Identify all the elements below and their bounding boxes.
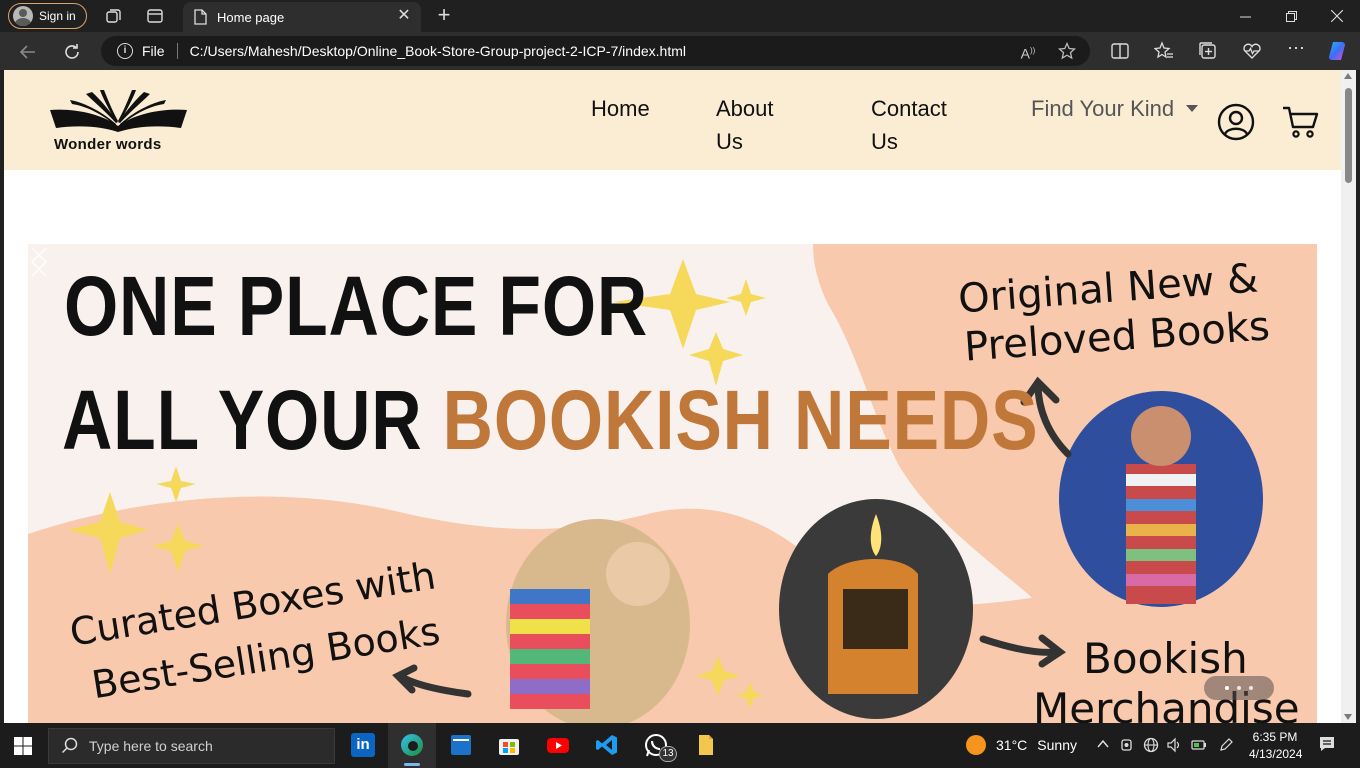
site-info-icon[interactable]: i — [117, 43, 133, 59]
pen-icon[interactable] — [1218, 737, 1234, 753]
tab-actions-icon[interactable] — [146, 7, 164, 25]
active-app-indicator — [404, 763, 420, 766]
notifications-icon[interactable] — [1318, 735, 1336, 753]
browser-essentials-icon[interactable] — [1242, 41, 1262, 61]
vscode-icon[interactable] — [595, 733, 619, 757]
page-icon — [194, 9, 207, 25]
edge-browser-icon — [401, 734, 423, 756]
new-tab-icon[interactable]: + — [434, 4, 454, 26]
chevron-up-icon[interactable] — [1095, 737, 1111, 753]
system-clock[interactable]: 6:35 PM 4/13/2024 — [1249, 729, 1303, 763]
hero-heading-line1: ONE PLACE FOR — [64, 259, 649, 353]
copilot-icon[interactable] — [1326, 39, 1350, 63]
hero-heading-plain: ALL YOUR — [62, 373, 443, 467]
carousel-dot-2[interactable] — [1237, 686, 1241, 690]
address-separator — [176, 43, 178, 59]
windows-start-icon[interactable] — [14, 737, 32, 755]
weather-condition: Sunny — [1037, 737, 1077, 753]
scroll-thumb[interactable] — [1345, 88, 1352, 183]
tab-close-icon[interactable]: ✕ — [395, 7, 413, 25]
sun-icon — [966, 735, 986, 755]
workspaces-icon[interactable] — [104, 7, 122, 25]
volume-icon[interactable] — [1166, 737, 1182, 753]
page-viewport: Wonder words Home About Us Contact Us Fi… — [4, 70, 1341, 723]
youtube-icon[interactable] — [546, 733, 570, 757]
split-screen-icon[interactable] — [1110, 41, 1130, 61]
tab-home-page[interactable]: Home page ✕ — [183, 2, 421, 32]
taskbar-search-box[interactable]: Type here to search — [48, 728, 335, 764]
favorite-star-icon[interactable] — [1058, 42, 1076, 60]
read-aloud-icon[interactable]: A)) — [1019, 42, 1037, 62]
hero-heading-line2: ALL YOUR BOOKISH NEEDS — [62, 372, 1038, 469]
restore-icon[interactable] — [1268, 0, 1314, 32]
network-icon[interactable] — [1143, 737, 1159, 753]
clock-date: 4/13/2024 — [1249, 747, 1303, 761]
whatsapp-badge: 13 — [659, 746, 677, 762]
edge-taskbar-slot[interactable] — [388, 723, 436, 768]
folder-icon[interactable] — [694, 733, 718, 757]
user-account-icon[interactable] — [1217, 103, 1255, 141]
scroll-down-icon[interactable] — [1344, 714, 1352, 720]
close-window-icon[interactable] — [1314, 0, 1360, 32]
carousel-dot-1[interactable] — [1225, 686, 1229, 690]
more-options-icon[interactable]: ⋯ — [1286, 38, 1306, 58]
linkedin-app-icon[interactable]: in — [351, 733, 375, 757]
address-bar[interactable]: i File C:/Users/Mahesh/Desktop/Online_Bo… — [101, 36, 1090, 66]
nav-contact-label-2: Us — [871, 129, 898, 154]
dropdown-label: Find Your Kind — [1031, 96, 1175, 121]
clock-time: 6:35 PM — [1252, 730, 1298, 744]
favorites-icon[interactable] — [1154, 41, 1174, 61]
browser-titlebar: Sign in Home page ✕ + — [0, 0, 1360, 32]
chevron-down-icon — [1186, 105, 1199, 112]
whatsapp-app[interactable]: 13 — [643, 733, 677, 762]
shopping-cart-icon[interactable] — [1281, 105, 1319, 139]
signin-label: Sign in — [39, 9, 76, 23]
scroll-up-icon[interactable] — [1344, 73, 1352, 79]
temperature: 31°C — [996, 737, 1028, 753]
meet-now-icon[interactable] — [1119, 737, 1135, 753]
file-explorer-icon[interactable] — [449, 733, 473, 757]
nav-about-link[interactable]: About Us — [716, 92, 774, 158]
windows-taskbar: Type here to search in 13 31°C Sunny 6:3… — [0, 723, 1360, 768]
carousel-next-icon[interactable] — [28, 244, 50, 280]
battery-icon[interactable] — [1191, 737, 1207, 753]
profile-avatar-icon — [13, 6, 33, 26]
page-scrollbar[interactable] — [1341, 70, 1356, 723]
microsoft-store-icon[interactable] — [497, 733, 521, 757]
signin-button[interactable]: Sign in — [8, 3, 87, 29]
weather-widget[interactable]: 31°C Sunny — [966, 735, 1077, 755]
logo-text: Wonder words — [54, 136, 162, 153]
minimize-icon[interactable] — [1222, 0, 1268, 32]
nav-home-label: Home — [591, 96, 650, 121]
site-navbar: Wonder words Home About Us Contact Us Fi… — [4, 70, 1341, 170]
find-your-kind-dropdown[interactable]: Find Your Kind — [1031, 92, 1199, 125]
address-prefix: File — [142, 43, 165, 59]
search-placeholder: Type here to search — [89, 738, 213, 754]
nav-contact-label-1: Contact — [871, 96, 947, 121]
carousel-indicators[interactable] — [1204, 676, 1274, 700]
back-icon[interactable] — [17, 41, 39, 63]
search-icon — [61, 737, 78, 754]
nav-home-link[interactable]: Home — [591, 92, 650, 125]
url-text[interactable]: C:/Users/Mahesh/Desktop/Online_Book-Stor… — [190, 43, 686, 59]
tab-title: Home page — [217, 9, 285, 25]
nav-contact-link[interactable]: Contact Us — [871, 92, 947, 158]
hero-carousel[interactable]: ONE PLACE FOR ALL YOUR BOOKISH NEEDS Ori… — [28, 244, 1317, 723]
collections-icon[interactable] — [1198, 41, 1218, 61]
nav-about-label-1: About — [716, 96, 774, 121]
hero-heading-accent: BOOKISH NEEDS — [442, 373, 1039, 467]
refresh-icon[interactable] — [61, 41, 83, 63]
carousel-dot-3[interactable] — [1249, 686, 1253, 690]
nav-about-label-2: Us — [716, 129, 743, 154]
